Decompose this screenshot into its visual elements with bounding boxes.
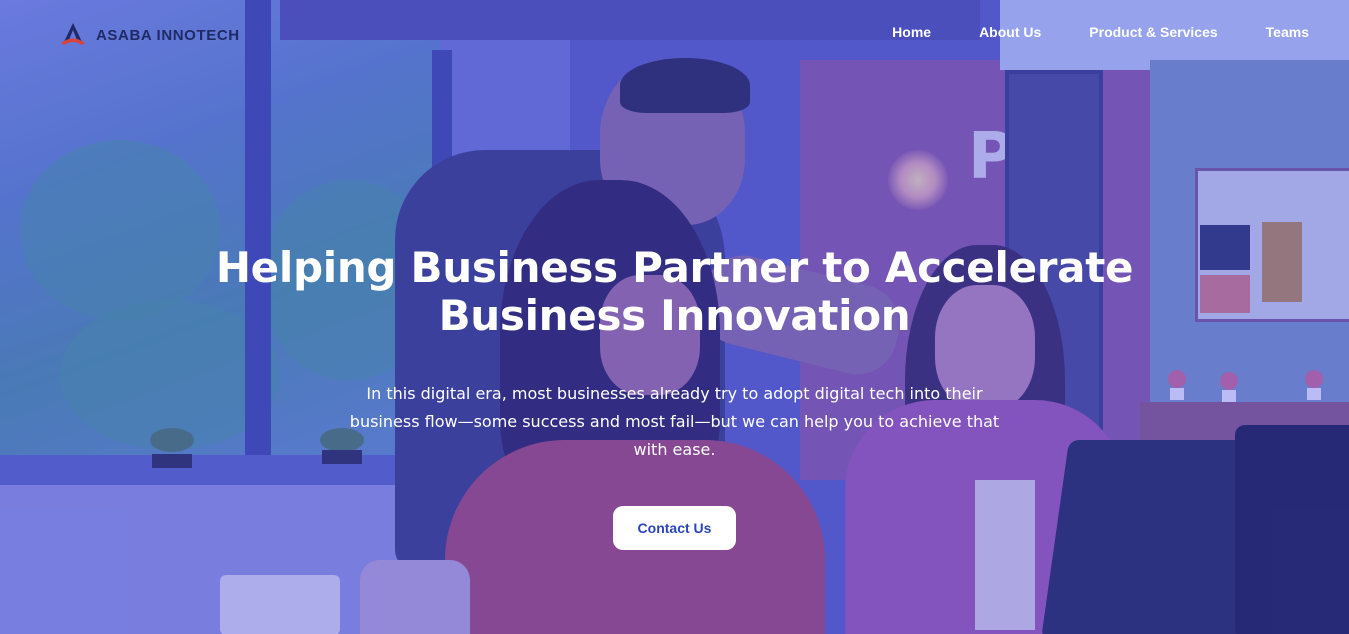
site-header: ASABA INNOTECH Home About Us Product & S… xyxy=(0,0,1349,66)
hero-content: Helping Business Partner to Accelerate B… xyxy=(0,244,1349,464)
asaba-logo-icon xyxy=(61,23,85,45)
contact-us-button[interactable]: Contact Us xyxy=(613,506,736,550)
nav-product-services[interactable]: Product & Services xyxy=(1089,24,1217,40)
nav-home[interactable]: Home xyxy=(892,24,931,40)
hero-subtitle: In this digital era, most businesses alr… xyxy=(349,384,1000,459)
hero-section: P R xyxy=(0,0,1349,634)
nav-teams[interactable]: Teams xyxy=(1266,24,1309,40)
brand-logo-link[interactable]: ASABA INNOTECH xyxy=(58,20,240,50)
hero-title: Helping Business Partner to Accelerate B… xyxy=(215,243,1134,340)
main-nav: Home About Us Product & Services Teams xyxy=(844,24,1309,40)
brand-name: ASABA INNOTECH xyxy=(96,26,240,44)
nav-about-us[interactable]: About Us xyxy=(979,24,1041,40)
